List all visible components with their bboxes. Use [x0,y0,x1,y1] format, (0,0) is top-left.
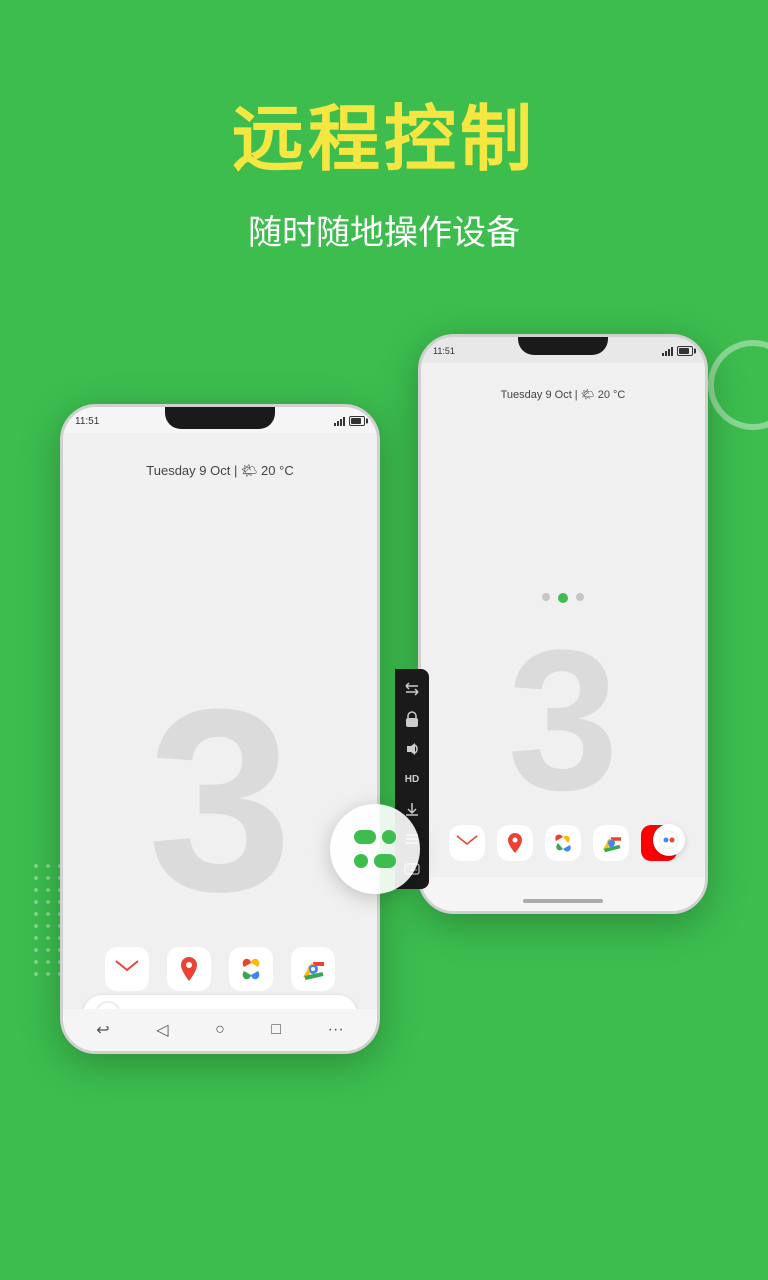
chrome-icon-back [593,825,629,861]
phone-front-app-icons [63,947,377,991]
google-assistant-icon [653,824,685,856]
dot-3 [576,593,584,601]
gmail-icon [449,825,485,861]
nav-home-icon[interactable]: ○ [215,1021,225,1039]
toolbar-hd-btn[interactable]: HD [398,765,426,793]
subtitle: 随时随地操作设备 [0,205,768,254]
toolbar-sound-btn[interactable] [398,735,426,763]
phone-back-screen: Tuesday 9 Oct | 🌤 20 °C 3 [421,363,705,911]
nav-left-icon[interactable]: ◁ [156,1020,168,1040]
phone-front-number: 3 [148,671,293,931]
dot-indicators [542,593,584,603]
phone-front-nav-bar: ↩ ◁ ○ □ ··· [63,1009,377,1051]
phones-container: 11:51 Tuesday 9 Oct | 🌤 20 °C 3 [0,274,768,1134]
battery-icon [677,346,693,356]
toolbar-lock-btn[interactable] [398,705,426,733]
main-title: 远程控制 [0,80,768,185]
maps-icon-back [497,825,533,861]
remote-icon [354,830,396,868]
phone-front-time: 11:51 [75,416,99,427]
front-battery-icon [349,416,365,426]
phone-front: 11:51 Tuesday 9 Oct | 🌤 20 °C 3 [60,404,380,1054]
phone-back-number: 3 [507,621,618,821]
phone-front-screen: Tuesday 9 Oct | 🌤 20 °C 3 [63,433,377,1051]
photos-icon-back [545,825,581,861]
gmail-icon-front [105,947,149,991]
nav-back-icon[interactable]: ↩ [96,1020,109,1040]
signal-icon [662,346,674,356]
header-section: 远程控制 随时随地操作设备 [0,0,768,254]
phone-back-time: 11:51 [433,346,455,356]
dot-1 [542,593,550,601]
chrome-icon-front [291,947,335,991]
toolbar-switch-btn[interactable] [398,675,426,703]
front-signal-icon [334,416,346,426]
maps-icon-front [167,947,211,991]
phone-front-status-bar: 11:51 [75,411,365,431]
dot-2 [558,593,568,603]
phone-back: 11:51 Tuesday 9 Oct | 🌤 20 °C 3 [418,334,708,914]
nav-recents-icon[interactable]: □ [271,1021,281,1039]
photos-icon-front [229,947,273,991]
phone-back-nav-bar [421,877,705,911]
front-status-icons [334,416,365,426]
remote-control-fab[interactable] [330,804,420,894]
nav-more-icon[interactable]: ··· [328,1021,344,1039]
phone-back-home-indicator [523,899,603,903]
phone-back-weather: Tuesday 9 Oct | 🌤 20 °C [501,388,626,401]
phone-back-status-bar: 11:51 [433,341,693,361]
phone-front-weather: Tuesday 9 Oct | 🌤 20 °C [146,463,293,479]
status-icons [662,346,693,356]
